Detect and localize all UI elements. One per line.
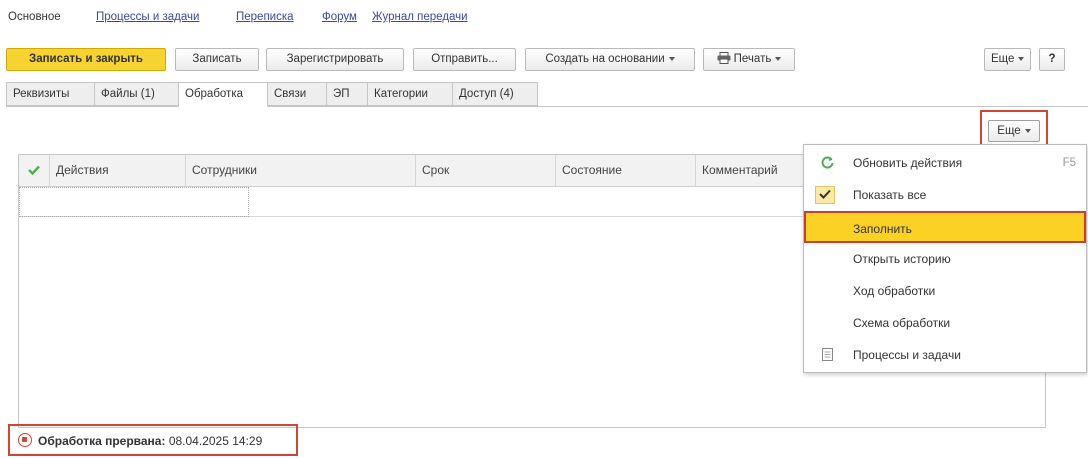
status-datetime: 08.04.2025 14:29 <box>168 434 263 448</box>
printer-icon <box>717 52 731 64</box>
menu-item-processing-progress[interactable]: Ход обработки <box>804 275 1086 307</box>
check-icon <box>815 186 835 204</box>
menu-item-label: Ход обработки <box>853 284 936 298</box>
column-deadline[interactable]: Срок <box>415 155 555 186</box>
more-actions-button[interactable]: Еще <box>984 48 1031 71</box>
menu-item-shortcut: F5 <box>1062 157 1076 169</box>
nav-forum[interactable]: Форум <box>322 11 357 23</box>
menu-item-open-history[interactable]: Открыть историю <box>804 243 1086 275</box>
menu-item-processing-scheme[interactable]: Схема обработки <box>804 307 1086 339</box>
document-icon <box>819 339 835 371</box>
completed-column-icon[interactable] <box>19 155 49 186</box>
processing-status: Обработка прервана: 08.04.2025 14:29 <box>8 424 298 456</box>
tab-digital-signature[interactable]: ЭП <box>326 82 368 106</box>
chevron-down-icon <box>775 56 782 61</box>
more-actions-menu: Обновить действия F5 Показать все Заполн… <box>803 144 1087 373</box>
tab-details[interactable]: Реквизиты <box>6 82 95 106</box>
check-icon <box>28 165 40 176</box>
print-label: Печать <box>733 53 772 65</box>
menu-item-label: Обновить действия <box>853 156 963 170</box>
more-label: Еще <box>991 53 1015 65</box>
status-label: Обработка прервана: <box>38 434 166 448</box>
nav-transfer-log[interactable]: Журнал передачи <box>372 11 468 23</box>
menu-item-label: Процессы и задачи <box>853 348 961 362</box>
help-button[interactable]: ? <box>1039 48 1065 71</box>
tab-processing[interactable]: Обработка <box>178 82 268 107</box>
tab-files[interactable]: Файлы (1) <box>94 82 179 106</box>
tabs-divider <box>6 106 1088 107</box>
current-cell <box>19 187 249 217</box>
save-and-close-button[interactable]: Записать и закрыть <box>6 48 166 71</box>
tab-categories[interactable]: Категории <box>367 82 453 106</box>
stop-record-icon <box>18 433 32 447</box>
menu-item-refresh-actions[interactable]: Обновить действия F5 <box>804 147 1086 179</box>
print-button[interactable]: Печать <box>703 48 795 71</box>
menu-item-label: Открыть историю <box>853 252 951 266</box>
refresh-icon <box>819 147 835 179</box>
tab-access[interactable]: Доступ (4) <box>452 82 538 106</box>
menu-item-processes-tasks[interactable]: Процессы и задачи <box>804 339 1086 371</box>
nav-correspondence[interactable]: Переписка <box>236 11 294 23</box>
menu-item-show-all[interactable]: Показать все <box>804 179 1086 211</box>
create-based-on-label: Создать на основании <box>545 53 665 65</box>
nav-processes-tasks[interactable]: Процессы и задачи <box>96 11 199 23</box>
column-state[interactable]: Состояние <box>555 155 695 186</box>
tab-links[interactable]: Связи <box>267 82 327 106</box>
chevron-down-icon <box>1024 128 1031 133</box>
chevron-down-icon <box>1018 56 1025 61</box>
grid-more-label: Еще <box>997 125 1021 137</box>
form-navigation: Основное Процессы и задачи Переписка Фор… <box>0 0 1088 36</box>
create-based-on-button[interactable]: Создать на основании <box>525 48 695 71</box>
menu-item-fill[interactable]: Заполнить <box>804 211 1086 243</box>
grid-more-button[interactable]: Еще <box>988 120 1040 142</box>
menu-item-label: Показать все <box>853 188 927 202</box>
column-employees[interactable]: Сотрудники <box>185 155 415 186</box>
column-actions[interactable]: Действия <box>49 155 185 186</box>
chevron-down-icon <box>668 56 675 61</box>
send-button[interactable]: Отправить... <box>413 48 516 71</box>
menu-item-label: Схема обработки <box>853 316 951 330</box>
register-button[interactable]: Зарегистрировать <box>266 48 404 71</box>
menu-item-label: Заполнить <box>853 222 912 236</box>
nav-main[interactable]: Основное <box>8 11 61 23</box>
save-button[interactable]: Записать <box>175 48 259 71</box>
